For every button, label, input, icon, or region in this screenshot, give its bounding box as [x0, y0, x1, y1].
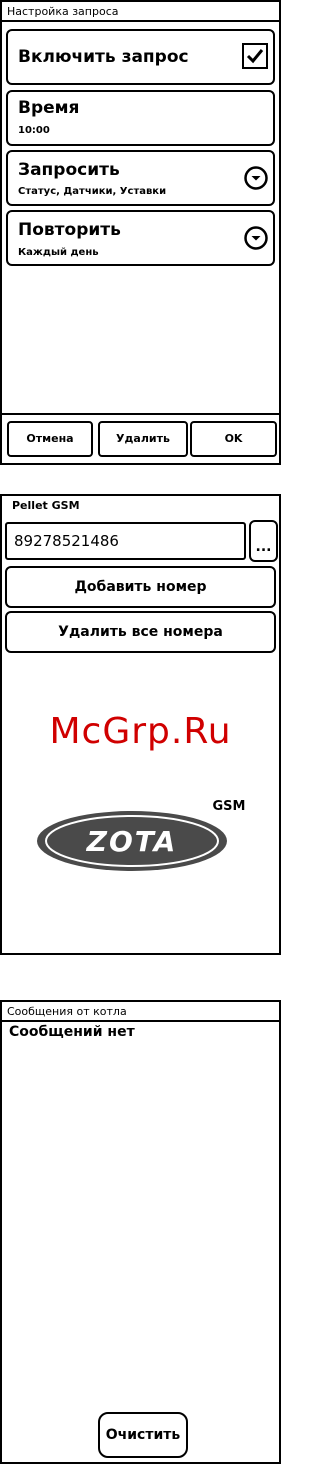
screen-title: Сообщения от котла [2, 1002, 279, 1022]
pellet-gsm-screen: Pellet GSM 89278521486 ... Добавить номе… [0, 494, 281, 955]
more-button[interactable]: ... [249, 520, 278, 562]
enable-request-label: Включить запрос [18, 47, 189, 67]
repeat-label: Повторить [18, 220, 121, 240]
enable-request-checkbox[interactable] [242, 43, 268, 69]
enable-request-row[interactable]: Включить запрос [6, 29, 275, 85]
repeat-value: Каждый день [18, 247, 99, 258]
clear-button[interactable]: Очистить [98, 1412, 188, 1458]
chevron-down-circle-icon[interactable] [244, 226, 268, 250]
empty-messages-text: Сообщений нет [9, 1024, 135, 1040]
check-icon [246, 49, 264, 64]
time-row[interactable]: Время 10:00 [6, 90, 275, 146]
time-value: 10:00 [18, 125, 50, 136]
zota-gsm-logo: ZOTA GSM [37, 799, 246, 871]
screen-title: Pellet GSM [12, 499, 80, 512]
cancel-button[interactable]: Отмена [7, 421, 93, 457]
ok-button[interactable]: OK [190, 421, 277, 457]
time-label: Время [18, 98, 80, 118]
logo-brand: ZOTA [86, 825, 178, 858]
add-number-button[interactable]: Добавить номер [5, 566, 276, 608]
request-row[interactable]: Запросить Статус, Датчики, Уставки [6, 150, 275, 206]
action-bar: Отмена Удалить OK [2, 413, 279, 465]
chevron-down-circle-icon[interactable] [244, 166, 268, 190]
screen-title: Настройка запроса [2, 2, 279, 22]
boiler-messages-screen: Сообщения от котла Сообщений нет Очистит… [0, 1000, 281, 1464]
more-label: ... [255, 539, 272, 555]
logo-gsm: GSM [213, 799, 246, 814]
watermark: McGrp.Ru [49, 711, 232, 752]
request-settings-screen: Настройка запроса Включить запрос Время … [0, 0, 281, 465]
delete-button[interactable]: Удалить [98, 421, 188, 457]
phone-number-field[interactable]: 89278521486 [5, 522, 246, 560]
repeat-row[interactable]: Повторить Каждый день [6, 210, 275, 266]
request-label: Запросить [18, 160, 120, 180]
remove-all-numbers-button[interactable]: Удалить все номера [5, 611, 276, 653]
request-value: Статус, Датчики, Уставки [18, 186, 167, 197]
